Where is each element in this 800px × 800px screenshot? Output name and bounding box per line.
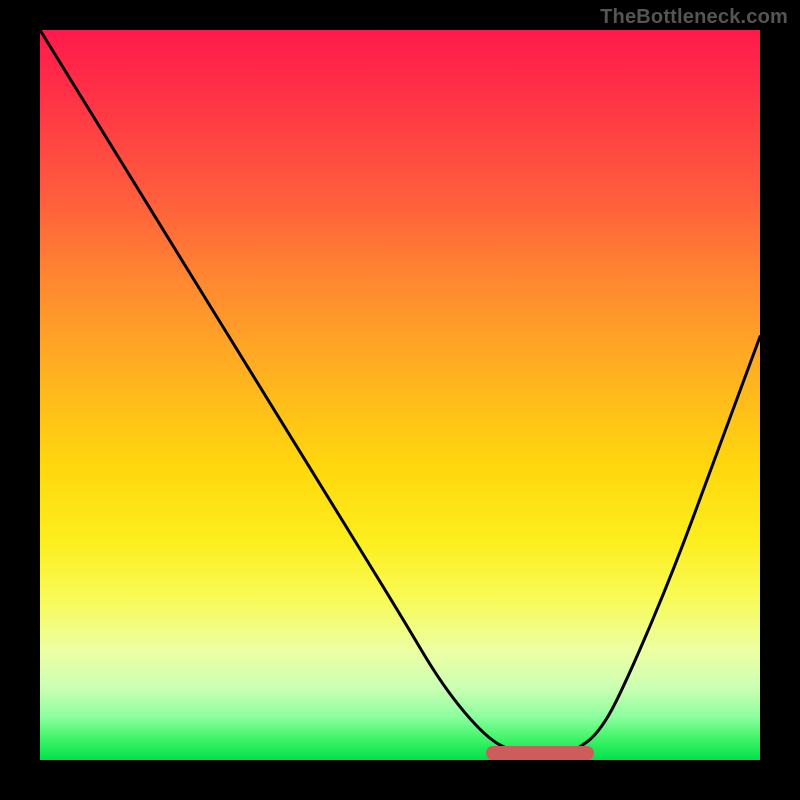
watermark-text: TheBottleneck.com — [600, 6, 788, 29]
plot-area — [40, 30, 760, 760]
optimal-range-marker — [486, 746, 594, 760]
chart-container: TheBottleneck.com — [0, 0, 800, 800]
bottleneck-curve — [40, 30, 760, 760]
